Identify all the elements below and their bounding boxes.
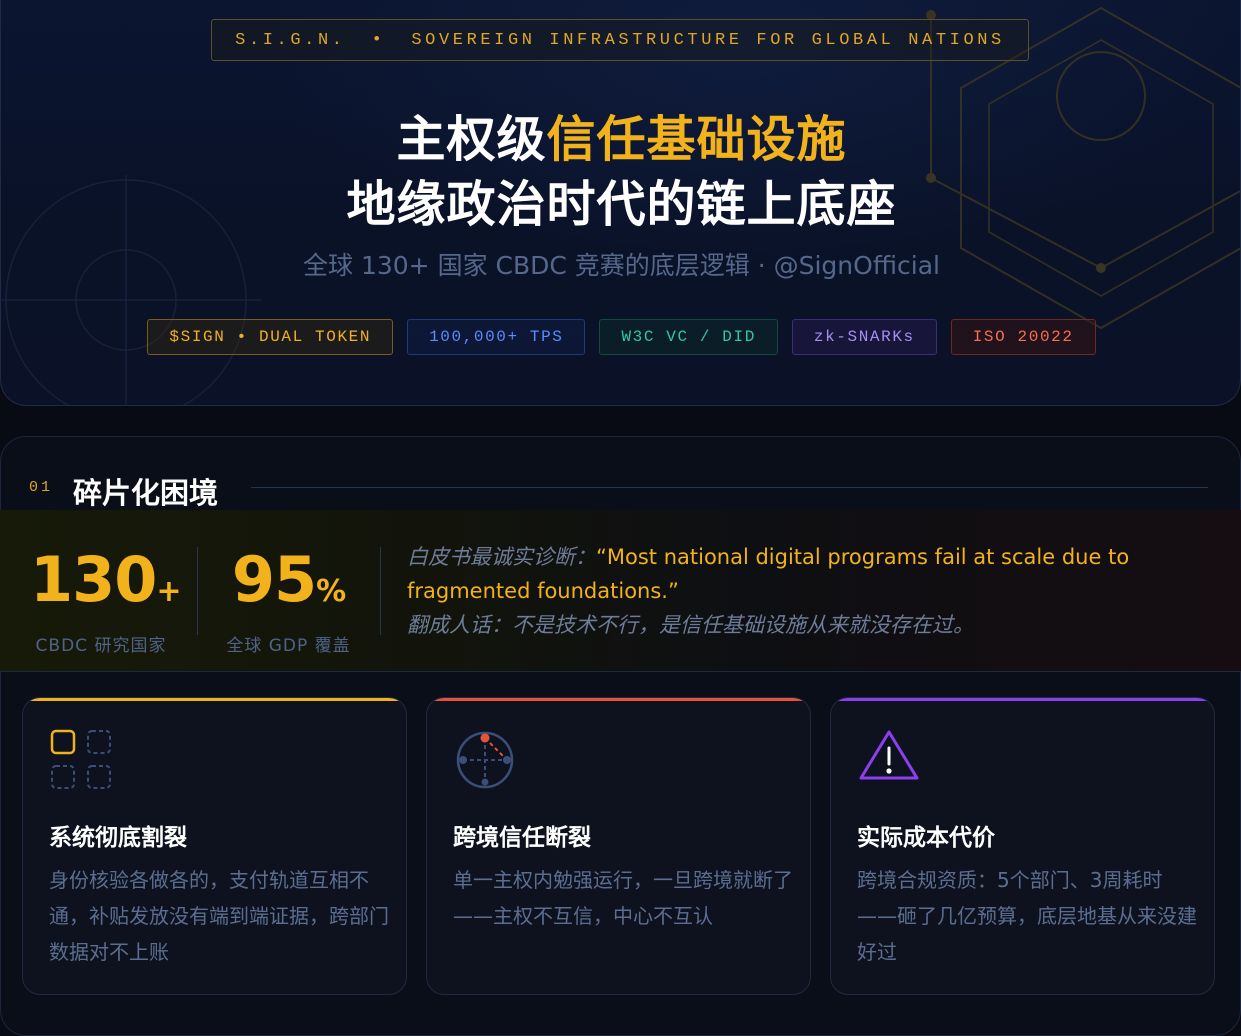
stat-divider xyxy=(197,547,198,635)
card-accent-line xyxy=(427,698,810,701)
card-title: 实际成本代价 xyxy=(857,825,995,851)
tag-zk-snarks: zk-SNARKs xyxy=(791,319,937,355)
quote-translation: 翻成人话：不是技术不行，是信任基础设施从来就没存在过。 xyxy=(407,613,974,637)
card-accent-line xyxy=(831,698,1214,701)
quote-english-line-2: fragmented foundations.” xyxy=(407,579,679,603)
stat-label: CBDC 研究国家 xyxy=(35,636,167,656)
tag-iso-20022: ISO 20022 xyxy=(950,319,1096,355)
card-actual-cost: 实际成本代价 跨境合规资质：5个部门、3周耗时——砸了几亿预算，底层地基从来没建… xyxy=(830,697,1215,995)
banner-tagline: SOVEREIGN INFRASTRUCTURE FOR GLOBAL NATI… xyxy=(411,30,1005,50)
hero-title-accent: 信任基础设施 xyxy=(546,110,847,168)
banner-brand: S.I.G.N. xyxy=(235,30,346,50)
tag-w3c-did: W3C VC / DID xyxy=(599,319,778,355)
tag-sign-token: $SIGN • DUAL TOKEN xyxy=(147,319,394,355)
card-body: 跨境合规资质：5个部门、3周耗时——砸了几亿预算，底层地基从来没建好过 xyxy=(857,868,1197,964)
stat-label: 全球 GDP 覆盖 xyxy=(226,636,351,656)
stat-gdp-coverage: 95% 全球 GDP 覆盖 xyxy=(221,543,356,657)
hero-panel: S.I.G.N. • SOVEREIGN INFRASTRUCTURE FOR … xyxy=(0,0,1241,406)
section-divider xyxy=(251,487,1208,488)
hero-title-line-1: 主权级信任基础设施 xyxy=(1,100,1240,171)
stat-value: 130+ xyxy=(30,543,182,616)
broken-network-icon xyxy=(456,731,514,789)
card-title: 跨境信任断裂 xyxy=(453,825,591,851)
stat-value: 95% xyxy=(231,543,346,616)
tag-tps: 100,000+ TPS xyxy=(407,319,586,355)
whitepaper-quote: 白皮书最诚实诊断：“Most national digital programs… xyxy=(407,540,1207,642)
fragmented-grid-icon xyxy=(50,729,111,789)
card-title: 系统彻底割裂 xyxy=(49,825,187,851)
stat-divider xyxy=(380,547,381,635)
hero-title-plain: 主权级 xyxy=(396,110,547,168)
card-body: 单一主权内勉强运行，一旦跨境就断了——主权不互信，中心不互认 xyxy=(453,868,793,928)
card-body: 身份核验各做各的，支付轨道互相不通，补贴发放没有端到端证据，跨部门数据对不上账 xyxy=(49,868,389,964)
quote-lead: 白皮书最诚实诊断： xyxy=(407,545,596,569)
hero-title-line-2: 地缘政治时代的链上底座 xyxy=(346,175,897,233)
card-system-fragmentation: 系统彻底割裂 身份核验各做各的，支付轨道互相不通，补贴发放没有端到端证据，跨部门… xyxy=(22,697,407,995)
warning-triangle-icon xyxy=(859,730,919,780)
banner-separator: • xyxy=(371,30,386,50)
section-number: 01 xyxy=(29,479,54,496)
quote-english-line-1: “Most national digital programs fail at … xyxy=(596,545,1130,569)
top-banner: S.I.G.N. • SOVEREIGN INFRASTRUCTURE FOR … xyxy=(211,19,1029,61)
hero-subtitle: 全球 130+ 国家 CBDC 竞赛的底层逻辑 · @SignOfficial xyxy=(303,251,940,280)
section-title: 碎片化困境 xyxy=(73,476,219,510)
card-cross-border-trust: 跨境信任断裂 单一主权内勉强运行，一旦跨境就断了——主权不互信，中心不互认 xyxy=(426,697,811,995)
tag-row: $SIGN • DUAL TOKEN 100,000+ TPS W3C VC /… xyxy=(1,319,1240,355)
stat-cbdc-countries: 130+ CBDC 研究国家 xyxy=(30,543,182,657)
card-accent-line xyxy=(23,698,406,701)
